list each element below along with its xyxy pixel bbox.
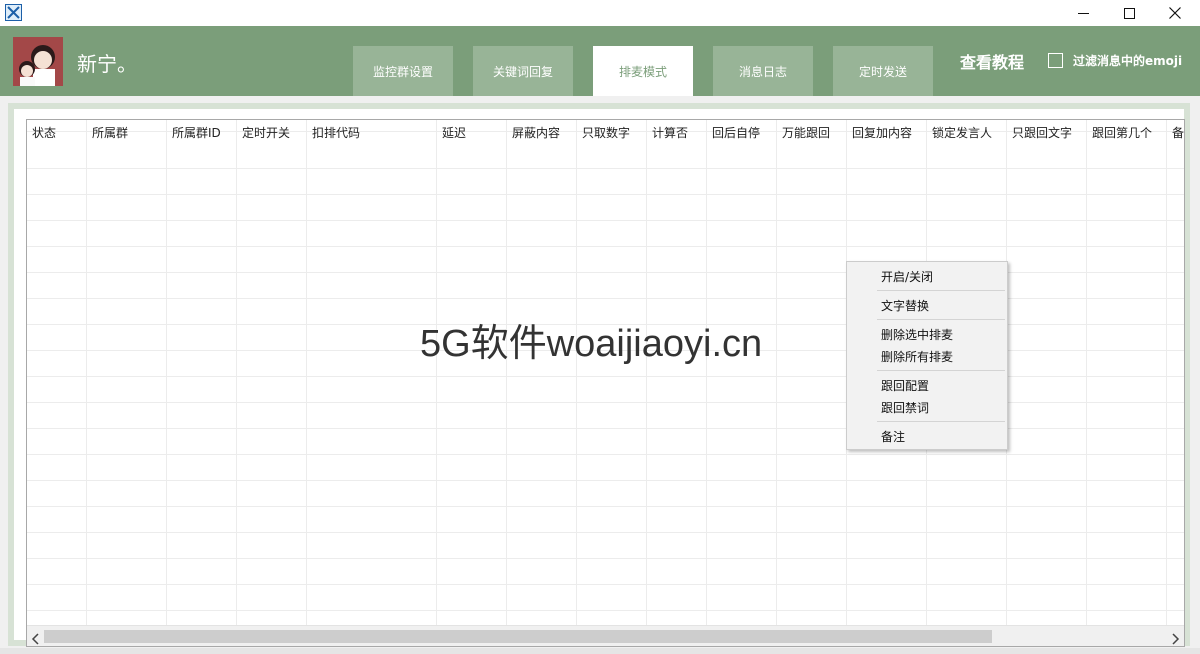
menu-item-note[interactable]: 备注 [881,428,905,445]
close-icon [1169,4,1181,23]
view-tutorial-link[interactable]: 查看教程 [960,49,1024,73]
maximize-icon [1123,4,1135,23]
tab-message-log[interactable]: 消息日志 [713,46,813,96]
column-header-universal-follow[interactable]: 万能跟回 [782,124,830,141]
menu-separator [877,319,1005,320]
menu-item-text-replace[interactable]: 文字替换 [881,297,929,314]
column-header-text-only[interactable]: 只跟回文字 [1012,124,1072,141]
column-header-auto-stop[interactable]: 回后自停 [712,124,760,141]
column-header-blocked-content[interactable]: 屏蔽内容 [512,124,560,141]
column-header-timer-switch[interactable]: 定时开关 [242,124,290,141]
scroll-right-arrow-icon[interactable] [1170,630,1180,645]
watermark-text: 5G软件woaijiaoyi.cn [420,323,763,365]
content-frame: 状态 所属群 所属群ID 定时开关 扣排代码 延迟 屏蔽内容 只取数字 计算否 … [8,103,1190,647]
menu-item-delete-all[interactable]: 删除所有排麦 [881,348,953,365]
grid-header-row: 状态 所属群 所属群ID 定时开关 扣排代码 延迟 屏蔽内容 只取数字 计算否 … [27,120,1184,625]
tab-keyword-reply[interactable]: 关键词回复 [473,46,573,96]
grid-body: 状态 所属群 所属群ID 定时开关 扣排代码 延迟 屏蔽内容 只取数字 计算否 … [27,120,1184,625]
column-divider [86,120,87,625]
minimize-icon [1077,4,1089,23]
column-header-note[interactable]: 备注 [1172,124,1184,141]
column-divider [236,120,237,625]
column-divider [646,120,647,625]
column-header-reply-append[interactable]: 回复加内容 [852,124,912,141]
data-grid[interactable]: 状态 所属群 所属群ID 定时开关 扣排代码 延迟 屏蔽内容 只取数字 计算否 … [26,119,1185,647]
column-header-queue-code[interactable]: 扣排代码 [312,124,360,141]
column-divider [1086,120,1087,625]
header-bar: 新宁。 监控群设置 关键词回复 排麦模式 消息日志 定时发送 查看教程 过滤消息… [0,26,1200,96]
column-header-status[interactable]: 状态 [32,124,56,141]
column-divider [776,120,777,625]
menu-separator [877,290,1005,291]
menu-separator [877,370,1005,371]
minimize-button[interactable] [1060,0,1106,26]
filter-emoji-label: 过滤消息中的emoji [1073,54,1183,68]
column-divider [706,120,707,625]
title-bar [0,0,1200,26]
filter-emoji-checkbox[interactable] [1048,53,1063,68]
column-header-follow-nth[interactable]: 跟回第几个 [1092,124,1152,141]
tab-mic-queue-mode[interactable]: 排麦模式 [593,46,693,96]
tab-scheduled-send[interactable]: 定时发送 [833,46,933,96]
column-header-digits-only[interactable]: 只取数字 [582,124,630,141]
column-header-delay[interactable]: 延迟 [442,124,466,141]
menu-item-delete-selected[interactable]: 删除选中排麦 [881,326,953,343]
column-header-group-id[interactable]: 所属群ID [172,124,221,141]
scrollbar-thumb[interactable] [44,630,992,643]
menu-item-follow-config[interactable]: 跟回配置 [881,377,929,394]
app-icon [5,4,22,21]
scroll-left-arrow-icon[interactable] [31,630,41,645]
column-divider [436,120,437,625]
column-divider [506,120,507,625]
menu-item-follow-banned-words[interactable]: 跟回禁词 [881,399,929,416]
menu-separator [877,421,1005,422]
column-header-calculate[interactable]: 计算否 [652,124,688,141]
menu-item-toggle[interactable]: 开启/关闭 [881,268,933,285]
column-header-group[interactable]: 所属群 [92,124,128,141]
column-divider [166,120,167,625]
username: 新宁。 [77,52,137,76]
app-window: 新宁。 监控群设置 关键词回复 排麦模式 消息日志 定时发送 查看教程 过滤消息… [0,0,1200,654]
column-header-lock-speaker[interactable]: 锁定发言人 [932,124,992,141]
column-divider [306,120,307,625]
avatar[interactable] [13,37,63,86]
tab-monitor-group-settings[interactable]: 监控群设置 [353,46,453,96]
close-button[interactable] [1152,0,1198,26]
column-divider [576,120,577,625]
maximize-button[interactable] [1106,0,1152,26]
context-menu: 开启/关闭 文字替换 删除选中排麦 删除所有排麦 跟回配置 跟回禁词 备注 [846,261,1008,450]
horizontal-scrollbar[interactable] [27,625,1184,646]
column-divider [1166,120,1167,625]
bottom-edge [0,648,1200,654]
